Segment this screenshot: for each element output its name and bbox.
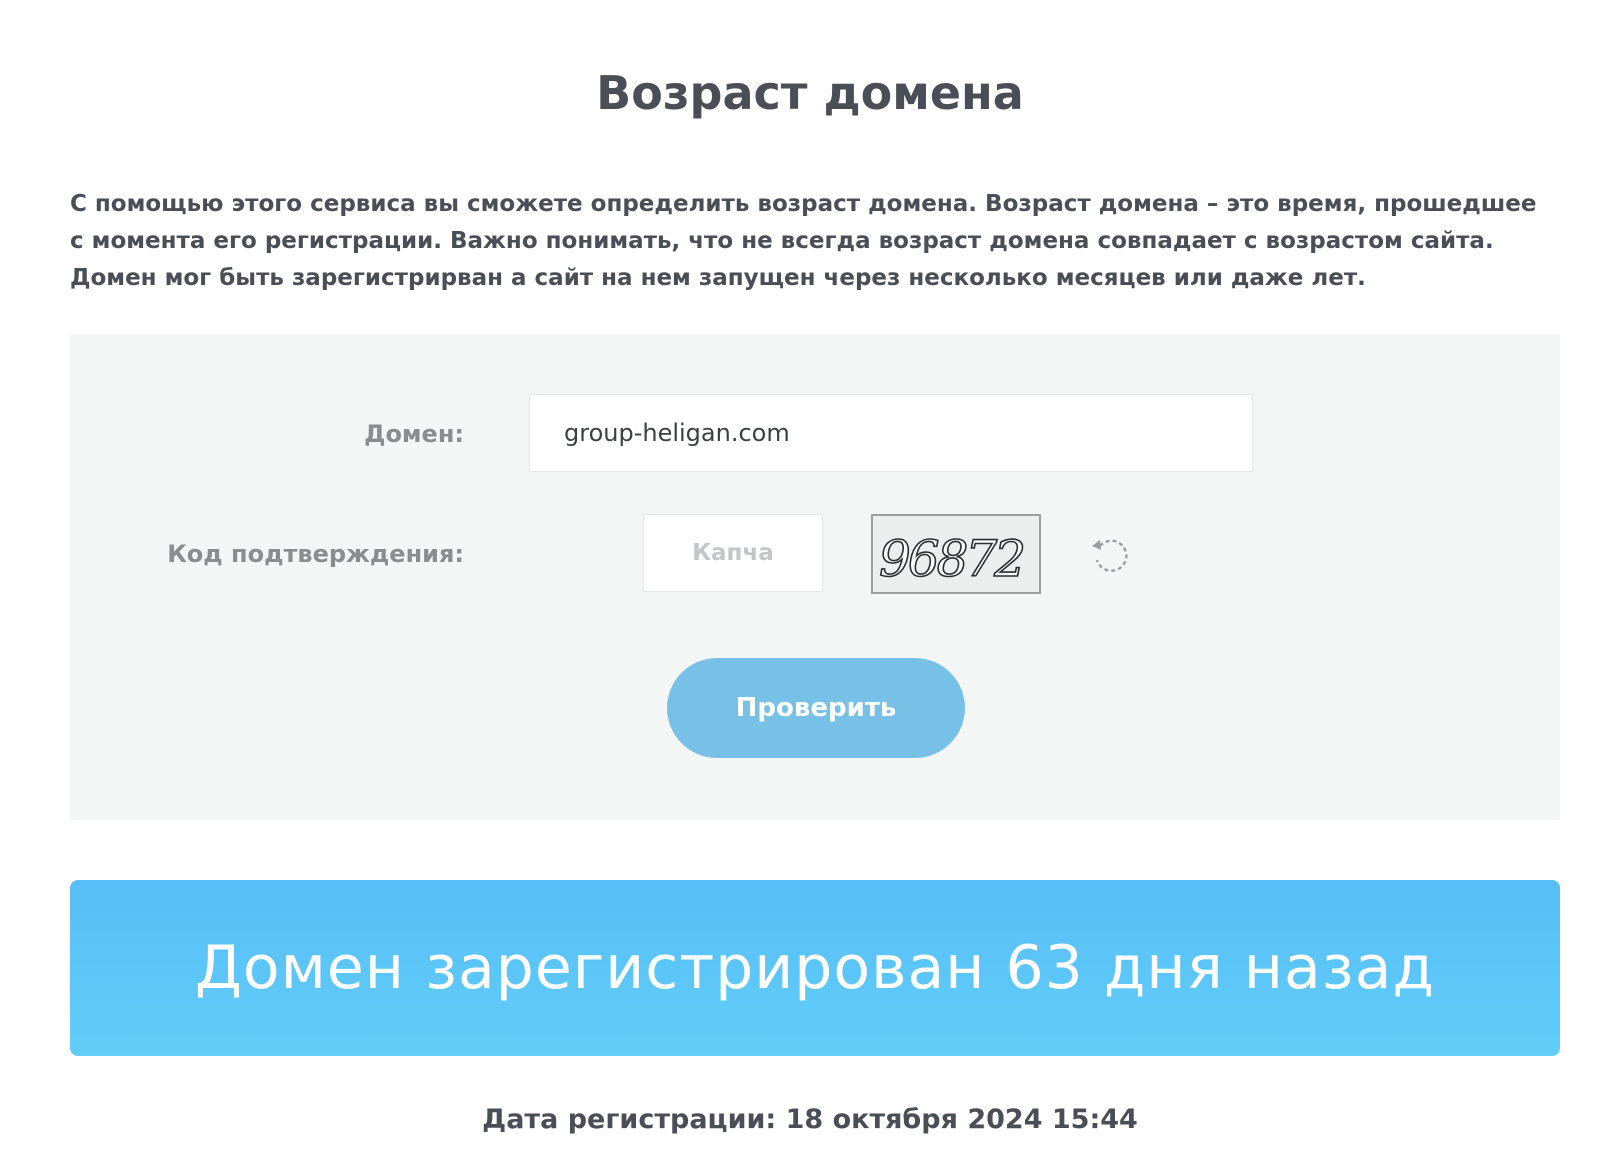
- service-description: С помощью этого сервиса вы сможете опред…: [70, 191, 1537, 291]
- captcha-code-image: 96872: [878, 529, 1027, 589]
- captcha-input[interactable]: [643, 514, 823, 592]
- domain-check-form: Домен: Код подтверждения: 96872 Проверит…: [70, 334, 1560, 820]
- result-banner: Домен зарегистрирован 63 дня назад: [70, 880, 1560, 1056]
- captcha-image: 96872: [871, 514, 1041, 594]
- captcha-label: Код подтверждения:: [167, 540, 464, 568]
- result-message: Домен зарегистрирован 63 дня назад: [195, 933, 1435, 1003]
- registration-date: Дата регистрации: 18 октября 2024 15:44: [482, 1104, 1138, 1135]
- refresh-icon[interactable]: [1088, 532, 1134, 578]
- page-title: Возраст домена: [596, 66, 1024, 120]
- captcha-code: 96872: [879, 530, 1023, 588]
- domain-input[interactable]: [529, 394, 1253, 472]
- check-button[interactable]: Проверить: [667, 658, 965, 758]
- domain-label: Домен:: [364, 420, 464, 448]
